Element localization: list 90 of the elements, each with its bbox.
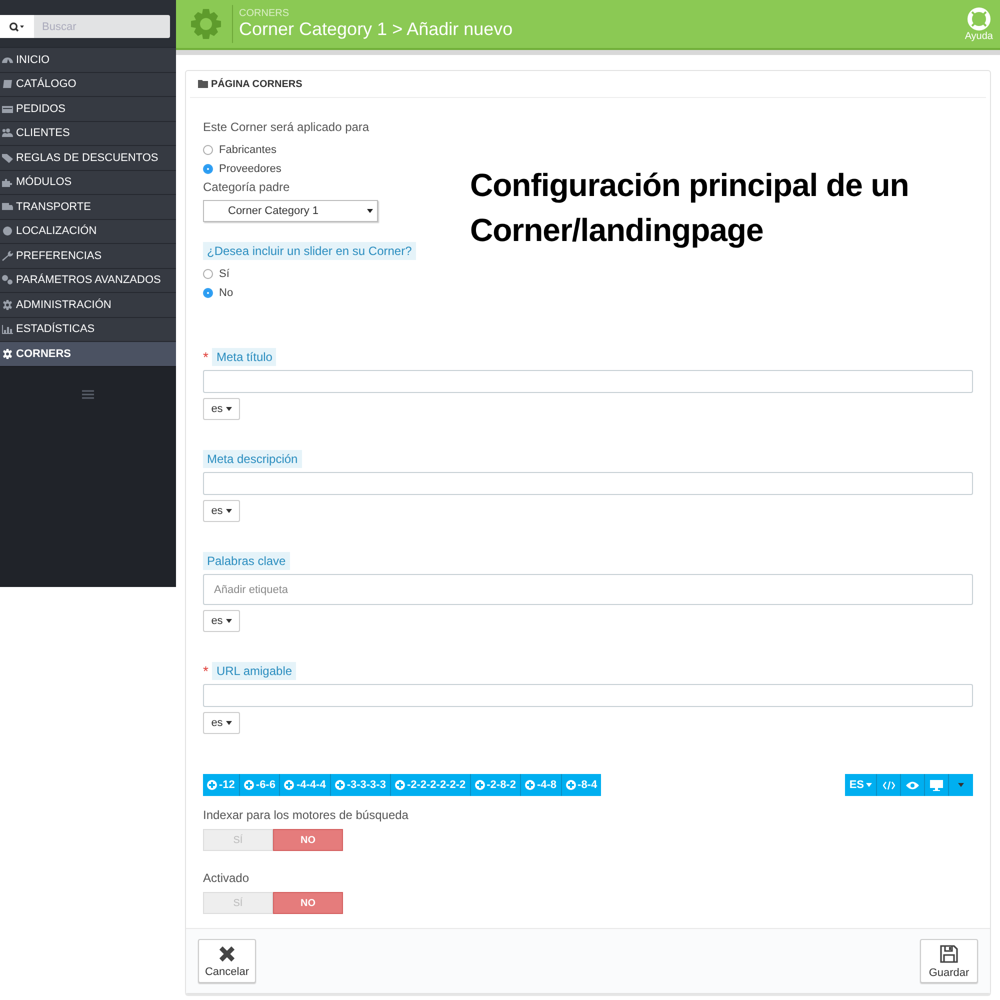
sidebar-item[interactable]: PEDIDOS (0, 96, 176, 120)
gauge-icon (2, 54, 13, 65)
sidebar-item[interactable]: CLIENTES (0, 120, 176, 145)
sidebar-label: REGLAS DE DESCUENTOS (16, 152, 158, 164)
preview-button[interactable] (901, 774, 925, 796)
plus-circle-icon (394, 780, 405, 790)
text-field[interactable] (203, 472, 973, 495)
panel-title: PÁGINA CORNERS (211, 78, 302, 90)
field-label: Palabras clave (203, 552, 290, 570)
sidebar-label: MÓDULOS (16, 176, 72, 188)
puzzle-icon (2, 177, 13, 188)
required-mark: * (203, 663, 208, 679)
save-icon (939, 944, 959, 964)
search-field[interactable]: Buscar (0, 15, 170, 38)
annotation-text: Configuración principal de un Corner/landingpage (470, 166, 910, 250)
menu-icon[interactable] (82, 390, 94, 398)
code-button[interactable] (877, 774, 901, 796)
sidebar-label: CATÁLOGO (16, 78, 76, 90)
lifebuoy-icon (966, 6, 991, 30)
language-dropdown[interactable]: es (203, 712, 240, 734)
field-label: Meta título (212, 348, 276, 366)
field-label: Este Corner será aplicado para (203, 119, 370, 136)
language-dropdown[interactable]: es (203, 398, 240, 420)
sidebar-item[interactable]: PREFERENCIAS (0, 243, 176, 268)
category-select[interactable]: Corner Category 1 (203, 200, 378, 222)
more-dropdown[interactable] (949, 774, 973, 796)
text-field[interactable] (203, 370, 973, 393)
sidebar-label: LOCALIZACIÓN (16, 225, 97, 238)
radio-option[interactable]: No (203, 283, 234, 302)
save-button[interactable]: Guardar (920, 939, 978, 983)
field-label: Meta descripción (203, 450, 302, 468)
plus-circle-icon (474, 780, 485, 790)
monitor-icon (930, 780, 943, 790)
sidebar-item[interactable]: PARÁMETROS AVANZADOS (0, 268, 176, 292)
field-label: Categoría padre (203, 179, 290, 196)
sidebar-label: PREFERENCIAS (16, 250, 102, 262)
sidebar-label: PEDIDOS (16, 102, 66, 115)
code-icon (882, 780, 894, 790)
sidebar-item[interactable]: REGLAS DE DESCUENTOS (0, 145, 176, 170)
plus-circle-icon (207, 780, 217, 790)
gears-icon (2, 275, 13, 286)
cancel-button[interactable]: Cancelar (198, 939, 256, 983)
gear-icon (2, 300, 13, 310)
caret-icon (958, 783, 964, 787)
language-dropdown[interactable]: es (203, 500, 240, 522)
desktop-button[interactable] (925, 774, 949, 796)
radio-option[interactable]: Sí (203, 264, 230, 283)
sidebar-item[interactable]: ADMINISTRACIÓN (0, 292, 176, 316)
sidebar-item[interactable]: CORNERS (0, 341, 176, 366)
radio-option[interactable]: Fabricantes (203, 140, 276, 159)
required-mark: * (203, 349, 208, 365)
chart-icon (2, 324, 13, 334)
plus-circle-icon (244, 780, 254, 790)
sidebar-item[interactable]: TRANSPORTE (0, 194, 176, 218)
text-field[interactable]: Añadir etiqueta (203, 574, 973, 605)
people-icon (2, 128, 13, 138)
field-label: Activado (203, 870, 250, 887)
tag-icon (2, 152, 13, 163)
plus-circle-icon (284, 780, 294, 790)
sidebar-label: TRANSPORTE (16, 200, 91, 213)
page-title: Corner Category 1 > Añadir nuevo (239, 19, 513, 40)
close-icon (218, 944, 236, 962)
plus-circle-icon (566, 780, 576, 790)
sidebar-item[interactable]: INICIO (0, 47, 176, 72)
caret-icon (367, 209, 373, 213)
sidebar-label: ADMINISTRACIÓN (16, 298, 112, 311)
search-icon (9, 22, 25, 32)
folder-icon (198, 80, 208, 88)
field-label: Indexar para los motores de búsqueda (203, 807, 408, 824)
sidebar-item[interactable]: MÓDULOS (0, 170, 176, 194)
search-dropdown[interactable] (0, 15, 34, 38)
language-dropdown[interactable]: es (203, 610, 240, 632)
wrench-icon (2, 250, 13, 261)
text-field[interactable] (203, 684, 973, 707)
field-label: ¿Desea incluir un slider en su Corner? (203, 242, 416, 260)
gear-icon (190, 8, 222, 40)
field-label: URL amigable (212, 662, 296, 680)
sidebar-item[interactable]: LOCALIZACIÓN (0, 218, 176, 243)
radio-option[interactable]: Proveedores (203, 159, 282, 178)
plus-circle-icon (524, 780, 535, 790)
sidebar-label: INICIO (16, 54, 50, 66)
sidebar-item[interactable]: CATÁLOGO (0, 72, 176, 96)
sidebar-label: CLIENTES (16, 127, 70, 140)
sidebar-label: CORNERS (16, 348, 72, 360)
sidebar-label: ESTADÍSTICAS (16, 323, 95, 336)
sidebar-label: PARÁMETROS AVANZADOS (16, 274, 161, 286)
plus-circle-icon (334, 780, 345, 790)
card-icon (2, 104, 13, 114)
gear-icon (2, 348, 13, 359)
eye-icon (906, 780, 919, 790)
